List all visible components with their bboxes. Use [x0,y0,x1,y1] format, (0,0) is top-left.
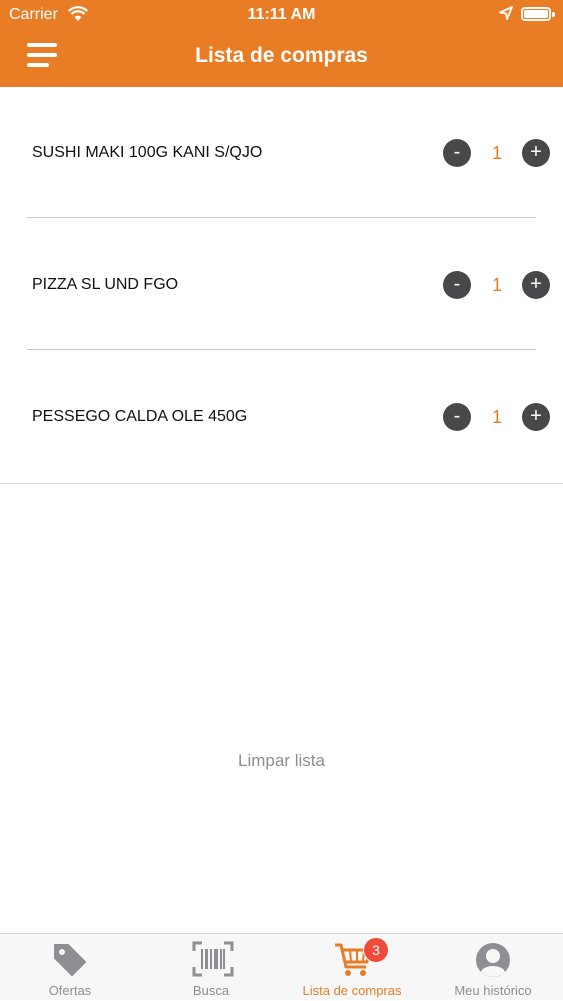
decrease-button[interactable]: - [443,271,471,299]
list-item: PIZZA SL UND FGO - 1 + [0,219,563,351]
item-quantity: 1 [491,275,502,295]
tab-meu-historico[interactable]: Meu histórico [423,934,563,1001]
tab-bar: Ofertas Busca 3 Lista de compras Meu his… [0,933,563,1000]
tab-ofertas[interactable]: Ofertas [0,934,140,1001]
top-bar: Carrier 11:11 AM Lista de compras [0,0,563,87]
decrease-button[interactable]: - [443,403,471,431]
tab-label: Meu histórico [454,983,532,998]
divider [27,217,536,218]
tab-label: Ofertas [48,983,92,998]
list-item: PESSEGO CALDA OLE 450G - 1 + [0,351,563,483]
tag-icon [54,944,86,976]
user-icon [476,943,510,977]
item-name: PESSEGO CALDA OLE 450G [32,408,248,425]
location-arrow-icon [499,6,513,20]
barcode-icon [192,941,234,977]
list-item: SUSHI MAKI 100G KANI S/QJO - 1 + [0,87,563,219]
status-bar: Carrier 11:11 AM [0,0,563,30]
tab-label: Lista de compras [302,983,402,998]
tab-busca[interactable]: Busca [141,934,281,1001]
decrease-button[interactable]: - [443,139,471,167]
increase-button[interactable]: + [522,271,550,299]
cart-count-badge: 3 [363,937,389,963]
increase-button[interactable]: + [522,403,550,431]
page-title: Lista de compras [195,44,368,67]
divider [27,349,536,350]
increase-button[interactable]: + [522,139,550,167]
item-quantity: 1 [491,143,502,163]
battery-tip [552,12,555,17]
battery-icon [521,7,551,21]
item-quantity: 1 [491,407,502,427]
tab-lista-de-compras[interactable]: 3 Lista de compras [282,934,422,1001]
clock: 11:11 AM [247,6,316,23]
clear-list-button[interactable]: Limpar lista [0,751,563,771]
item-name: SUSHI MAKI 100G KANI S/QJO [32,144,263,161]
list-end-divider [0,483,563,484]
item-name: PIZZA SL UND FGO [32,276,179,293]
tab-label: Busca [192,983,230,998]
